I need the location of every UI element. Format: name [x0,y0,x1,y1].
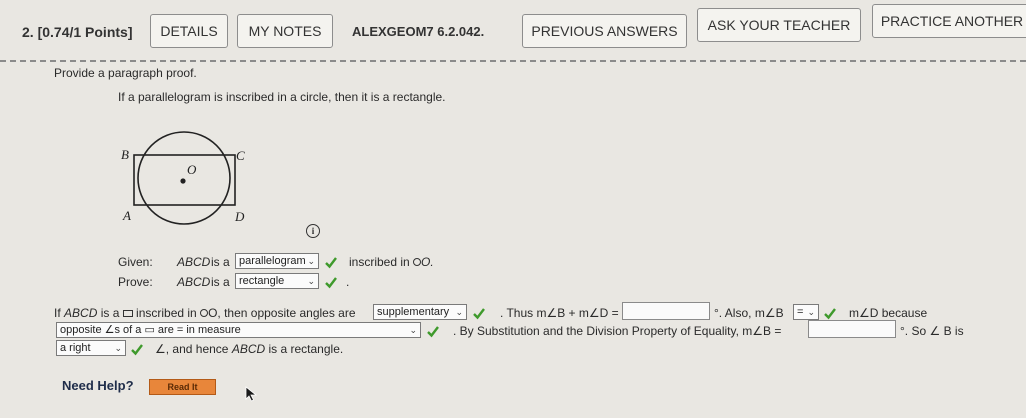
supplementary-value: supplementary [377,306,450,318]
given-subject: ABCD [177,255,211,269]
circle-symbol-icon [413,258,422,266]
thus-text: . Thus m∠B + m∠D = [500,306,619,320]
angle-b-input[interactable] [808,320,896,338]
prove-shape-value: rectangle [239,275,285,287]
instruction-text: Provide a paragraph proof. [54,66,197,80]
given-label: Given: [118,255,153,269]
given-tail-text: inscribed in [349,255,414,269]
info-icon[interactable]: i [306,224,320,238]
chevron-down-icon: ⌄ [307,256,315,266]
problem-statement: If a parallelogram is inscribed in a cir… [118,90,446,104]
given-is-a: is a [211,255,230,269]
details-button[interactable]: DETAILS [150,14,228,48]
given-circle-name: O. [421,255,434,269]
label-a: A [122,208,131,223]
proof-subject: ABCD [64,306,98,320]
question-id: ALEXGEOM7 6.2.042. [352,24,485,39]
need-help-label: Need Help? [62,378,134,393]
proof-is-a: is a [97,306,123,320]
given-shape-value: parallelogram [239,255,306,267]
parallelogram-symbol-icon [122,310,133,317]
chevron-down-icon: ⌄ [455,307,463,317]
check-icon [324,275,338,289]
chevron-down-icon: ⌄ [807,307,815,317]
prove-tail: . [346,275,350,289]
prove-subject: ABCD [177,275,211,289]
chevron-down-icon: ⌄ [307,276,315,286]
prove-is-a: is a [211,275,230,289]
prove-shape-dropdown[interactable]: rectangle ⌄ [235,273,319,289]
label-c: C [236,148,245,163]
label-o: O [187,162,197,177]
read-it-button[interactable]: Read It [149,379,216,395]
chevron-down-icon: ⌄ [409,325,417,335]
so-text: °. So ∠ B is [900,324,964,338]
circle-figure: B C A D O [121,131,245,225]
proof-then: O, then opposite angles are [208,306,356,320]
angle-sum-input[interactable] [622,302,710,320]
conclusion-suffix: is a rectangle. [265,342,344,356]
mouse-cursor-icon [245,386,258,402]
conclusion-prefix: ∠, and hence [155,342,232,356]
also-text: °. Also, m∠B [714,306,784,320]
conclusion-text: ∠, and hence ABCD is a rectangle. [155,342,343,356]
check-icon [823,306,837,320]
md-because-text: m∠D because [849,306,928,320]
previous-answers-button[interactable]: PREVIOUS ANSWERS [522,14,687,48]
conclusion-subject: ABCD [231,342,266,356]
circle-o [137,131,231,225]
prove-label: Prove: [118,275,153,289]
supplementary-dropdown[interactable]: supplementary ⌄ [373,304,467,320]
relation-dropdown[interactable]: = ⌄ [793,304,819,320]
header-divider [0,60,1026,62]
proof-line1-text: If ABCD is a inscribed in O, then opposi… [54,306,356,320]
chevron-down-icon: ⌄ [114,343,122,353]
ask-your-teacher-button[interactable]: ASK YOUR TEACHER [697,8,861,42]
check-icon [472,306,486,320]
angle-type-dropdown[interactable]: a right ⌄ [56,340,126,356]
substitution-text: . By Substitution and the Division Prope… [453,324,782,338]
my-notes-button[interactable]: MY NOTES [237,14,333,48]
center-point [180,178,186,184]
practice-another-button[interactable]: PRACTICE ANOTHER [872,4,1026,38]
question-points-label: 2. [0.74/1 Points] [22,24,133,40]
proof-if: If [54,306,65,320]
given-tail: inscribed in O. [349,255,434,269]
angle-type-value: a right [60,342,91,354]
given-shape-dropdown[interactable]: parallelogram ⌄ [235,253,319,269]
check-icon [426,324,440,338]
reason-value: opposite ∠s of a ▭ are = in measure [60,324,241,336]
label-d: D [234,209,245,224]
proof-inscribed: inscribed in [132,306,201,320]
check-icon [324,255,338,269]
circle-symbol-icon [200,309,209,317]
reason-dropdown[interactable]: opposite ∠s of a ▭ are = in measure ⌄ [56,322,421,338]
label-b: B [121,147,129,162]
relation-value: = [797,306,804,318]
check-icon [130,342,144,356]
question-header: 2. [0.74/1 Points] DETAILS MY NOTES ALEX… [0,0,1026,64]
